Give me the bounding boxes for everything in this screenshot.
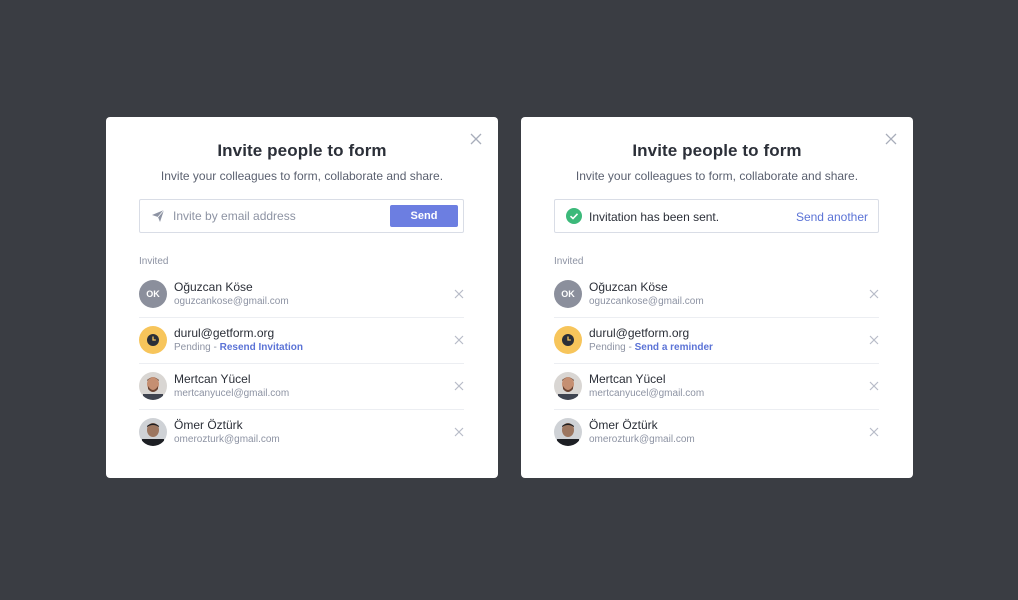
member-email: mertcanyucel@gmail.com: [589, 388, 705, 399]
invite-email-box: Send: [139, 199, 464, 233]
list-item: OK Oğuzcan Köse oguzcankose@gmail.com: [139, 272, 464, 318]
member-name: durul@getform.org: [174, 326, 275, 340]
clock-icon: [554, 326, 582, 354]
status-separator: -: [210, 342, 220, 353]
remove-icon[interactable]: [454, 289, 464, 299]
member-name: Ömer Öztürk: [174, 418, 243, 432]
remove-icon[interactable]: [869, 427, 879, 437]
send-reminder-link[interactable]: Send a reminder: [635, 342, 713, 353]
avatar: [139, 418, 167, 446]
send-another-link[interactable]: Send another: [796, 210, 868, 224]
member-name: durul@getform.org: [589, 326, 690, 340]
member-email: omerozturk@gmail.com: [174, 434, 280, 445]
email-input[interactable]: [173, 200, 383, 232]
invited-list: OK Oğuzcan Köse oguzcankose@gmail.com du…: [554, 272, 879, 455]
modal-title: Invite people to form: [217, 141, 387, 160]
member-email: oguzcankose@gmail.com: [174, 296, 289, 307]
remove-icon[interactable]: [869, 335, 879, 345]
modal-subtitle: Invite your colleagues to form, collabor…: [575, 169, 859, 183]
pending-status: Pending - Send a reminder: [589, 342, 713, 353]
check-circle-icon: [566, 208, 582, 224]
remove-icon[interactable]: [869, 289, 879, 299]
status-label: Pending: [589, 342, 626, 353]
invited-list: OK Oğuzcan Köse oguzcankose@gmail.com du…: [139, 272, 464, 455]
member-name: Oğuzcan Köse: [174, 280, 253, 294]
member-name: Oğuzcan Köse: [589, 280, 668, 294]
avatar: [554, 372, 582, 400]
member-email: omerozturk@gmail.com: [589, 434, 695, 445]
list-item: durul@getform.org Pending - Resend Invit…: [139, 318, 464, 364]
avatar: OK: [554, 280, 582, 308]
avatar: [554, 418, 582, 446]
invite-modal-right: Invite people to form Invite your collea…: [521, 117, 913, 478]
remove-icon[interactable]: [869, 381, 879, 391]
status-separator: -: [625, 342, 635, 353]
list-item: Ömer Öztürk omerozturk@gmail.com: [554, 410, 879, 455]
member-name: Mertcan Yücel: [174, 372, 251, 386]
list-item: Mertcan Yücel mertcanyucel@gmail.com: [139, 364, 464, 410]
list-item: OK Oğuzcan Köse oguzcankose@gmail.com: [554, 272, 879, 318]
invited-label: Invited: [139, 256, 169, 267]
member-email: oguzcankose@gmail.com: [589, 296, 704, 307]
paper-plane-icon: [151, 209, 165, 223]
remove-icon[interactable]: [454, 381, 464, 391]
list-item: Ömer Öztürk omerozturk@gmail.com: [139, 410, 464, 455]
resend-invitation-link[interactable]: Resend Invitation: [220, 342, 303, 353]
remove-icon[interactable]: [454, 427, 464, 437]
modal-title: Invite people to form: [632, 141, 802, 160]
clock-icon: [139, 326, 167, 354]
avatar: OK: [139, 280, 167, 308]
member-email: mertcanyucel@gmail.com: [174, 388, 290, 399]
invite-modal-left: Invite people to form Invite your collea…: [106, 117, 498, 478]
member-name: Mertcan Yücel: [589, 372, 666, 386]
success-message-box: Invitation has been sent. Send another: [554, 199, 879, 233]
status-label: Pending: [174, 342, 211, 353]
modal-subtitle: Invite your colleagues to form, collabor…: [160, 169, 444, 183]
member-name: Ömer Öztürk: [589, 418, 658, 432]
list-item: Mertcan Yücel mertcanyucel@gmail.com: [554, 364, 879, 410]
success-message: Invitation has been sent.: [589, 210, 720, 224]
pending-status: Pending - Resend Invitation: [174, 342, 303, 353]
invited-label: Invited: [554, 256, 584, 267]
send-button[interactable]: Send: [390, 205, 458, 227]
avatar: [139, 372, 167, 400]
remove-icon[interactable]: [454, 335, 464, 345]
list-item: durul@getform.org Pending - Send a remin…: [554, 318, 879, 364]
